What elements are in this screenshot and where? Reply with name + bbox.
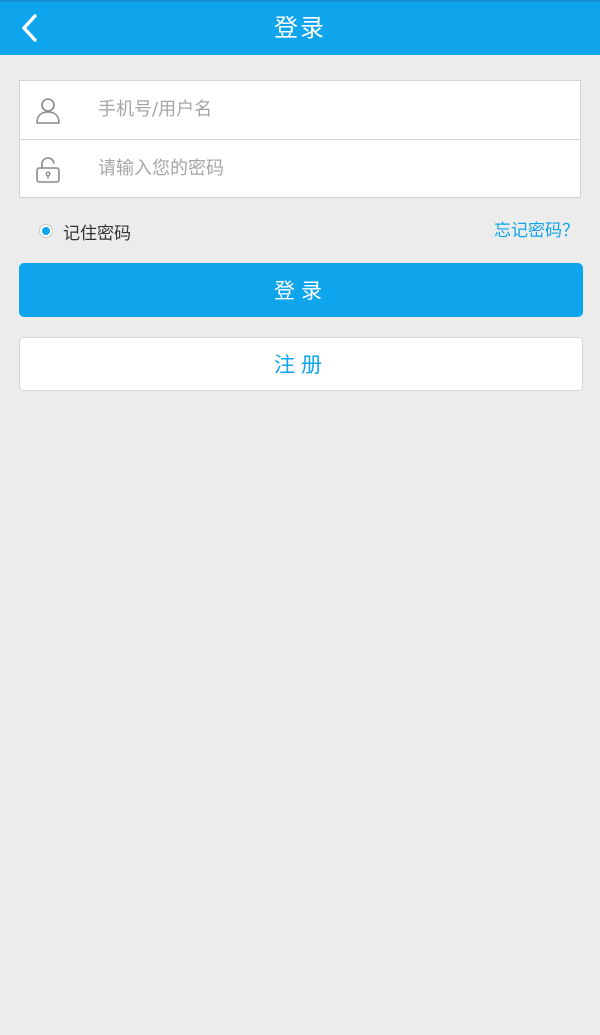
register-button[interactable]: 注册 (19, 337, 583, 391)
radio-dot (42, 227, 50, 235)
user-icon (36, 98, 60, 124)
password-input[interactable] (98, 140, 558, 197)
page-title: 登录 (274, 14, 326, 42)
remember-password-label: 记住密码 (63, 223, 131, 244)
login-button[interactable]: 登录 (19, 263, 583, 317)
username-field (20, 81, 580, 139)
lock-icon (36, 157, 60, 183)
username-input[interactable] (98, 81, 558, 138)
top-bar: 登录 (0, 0, 600, 55)
forgot-password-link[interactable]: 忘记密码？ (494, 214, 579, 248)
login-form (19, 80, 581, 198)
remember-radio[interactable] (39, 224, 53, 238)
password-field (20, 139, 580, 198)
options-row: 记住密码 忘记密码？ (19, 214, 581, 248)
remember-password-toggle[interactable]: 记住密码 (39, 214, 131, 248)
